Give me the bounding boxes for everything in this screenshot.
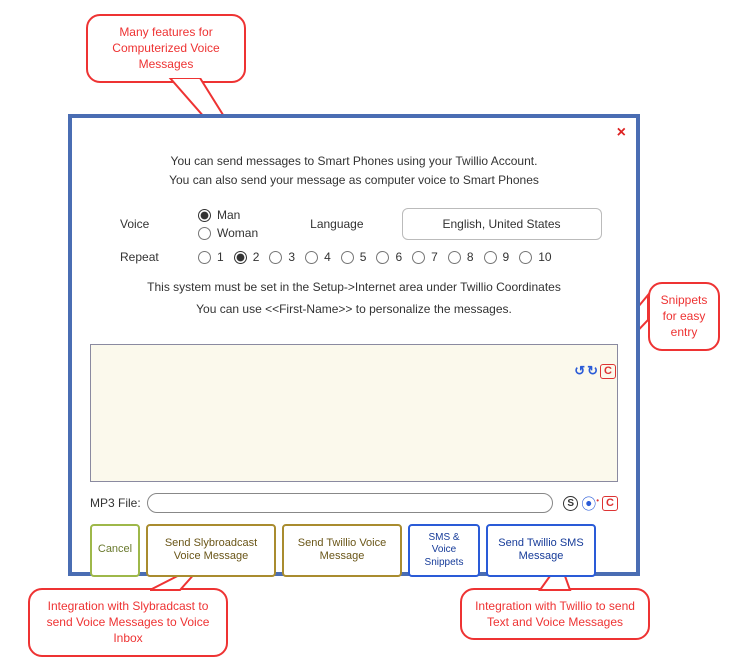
repeat-option-9[interactable]: 9 bbox=[484, 250, 510, 264]
button-row: Cancel Send Slybroadcast Voice Message S… bbox=[90, 524, 618, 578]
repeat-radio-1[interactable] bbox=[198, 251, 211, 264]
s-icon[interactable]: S bbox=[563, 496, 578, 511]
repeat-radio-9[interactable] bbox=[484, 251, 497, 264]
repeat-option-7[interactable]: 7 bbox=[412, 250, 438, 264]
intro-line-1: You can send messages to Smart Phones us… bbox=[90, 152, 618, 171]
callout-twillio: Integration with Twillio to send Text an… bbox=[460, 588, 650, 640]
voice-radio-man[interactable] bbox=[198, 209, 211, 222]
close-button[interactable]: × bbox=[617, 124, 626, 142]
record-dot-icon[interactable]: • bbox=[596, 496, 599, 505]
target-icon[interactable]: ⦿ bbox=[581, 493, 596, 514]
repeat-option-4[interactable]: 4 bbox=[305, 250, 331, 264]
cancel-button[interactable]: Cancel bbox=[90, 524, 140, 578]
repeat-option-5[interactable]: 5 bbox=[341, 250, 367, 264]
twillio-dialog: × You can send messages to Smart Phones … bbox=[68, 114, 640, 576]
send-slybroadcast-button[interactable]: Send Slybroadcast Voice Message bbox=[146, 524, 276, 578]
text-toolbar-top: ↺ ↻ C bbox=[574, 363, 616, 379]
mp3-file-input[interactable] bbox=[147, 493, 554, 513]
voice-radio-woman[interactable] bbox=[198, 227, 211, 240]
repeat-radio-3[interactable] bbox=[269, 251, 282, 264]
redo-icon[interactable]: ↻ bbox=[587, 363, 598, 379]
voice-option-woman[interactable]: Woman bbox=[198, 226, 258, 240]
snippets-button[interactable]: SMS & Voice Snippets bbox=[408, 524, 480, 578]
repeat-option-3[interactable]: 3 bbox=[269, 250, 295, 264]
voice-options: Man Woman bbox=[198, 208, 258, 240]
repeat-option-10[interactable]: 10 bbox=[519, 250, 551, 264]
repeat-radio-7[interactable] bbox=[412, 251, 425, 264]
intro-text: You can send messages to Smart Phones us… bbox=[90, 152, 618, 190]
callout-voice-features: Many features for Computerized Voice Mes… bbox=[86, 14, 246, 83]
mp3-toolbar: S ⦿ • C bbox=[563, 493, 618, 514]
callout-slybroadcast: Integration with Slybradcast to send Voi… bbox=[28, 588, 228, 657]
repeat-radio-8[interactable] bbox=[448, 251, 461, 264]
repeat-radio-10[interactable] bbox=[519, 251, 532, 264]
repeat-radio-5[interactable] bbox=[341, 251, 354, 264]
repeat-option-2[interactable]: 2 bbox=[234, 250, 260, 264]
clear-icon[interactable]: C bbox=[600, 364, 616, 379]
repeat-row: Repeat 123456789 10 bbox=[90, 250, 618, 264]
send-twillio-voice-button[interactable]: Send Twillio Voice Message bbox=[282, 524, 402, 578]
repeat-option-8[interactable]: 8 bbox=[448, 250, 474, 264]
voice-option-man[interactable]: Man bbox=[198, 208, 258, 222]
callout-snippets: Snippets for easy entry bbox=[648, 282, 720, 351]
message-textarea[interactable] bbox=[90, 344, 618, 482]
repeat-radio-4[interactable] bbox=[305, 251, 318, 264]
repeat-option-1[interactable]: 1 bbox=[198, 250, 224, 264]
repeat-radio-6[interactable] bbox=[376, 251, 389, 264]
language-select[interactable]: English, United States bbox=[402, 208, 602, 240]
mp3-row: MP3 File: S ⦿ • C bbox=[90, 493, 618, 514]
send-twillio-sms-button[interactable]: Send Twillio SMS Message bbox=[486, 524, 596, 578]
intro-line-2: You can also send your message as comput… bbox=[90, 171, 618, 190]
clear-mp3-icon[interactable]: C bbox=[602, 496, 618, 511]
repeat-option-6[interactable]: 6 bbox=[376, 250, 402, 264]
personalize-note: You can use <<First-Name>> to personaliz… bbox=[90, 302, 618, 316]
voice-label: Voice bbox=[120, 217, 178, 231]
setup-note: This system must be set in the Setup->In… bbox=[90, 278, 618, 297]
mp3-label: MP3 File: bbox=[90, 496, 141, 510]
repeat-label: Repeat bbox=[120, 250, 178, 264]
language-label: Language bbox=[310, 217, 363, 231]
undo-icon[interactable]: ↺ bbox=[574, 363, 585, 379]
repeat-radio-2[interactable] bbox=[234, 251, 247, 264]
voice-row: Voice Man Woman Language English, United… bbox=[90, 208, 618, 240]
repeat-options: 123456789 10 bbox=[198, 250, 552, 264]
